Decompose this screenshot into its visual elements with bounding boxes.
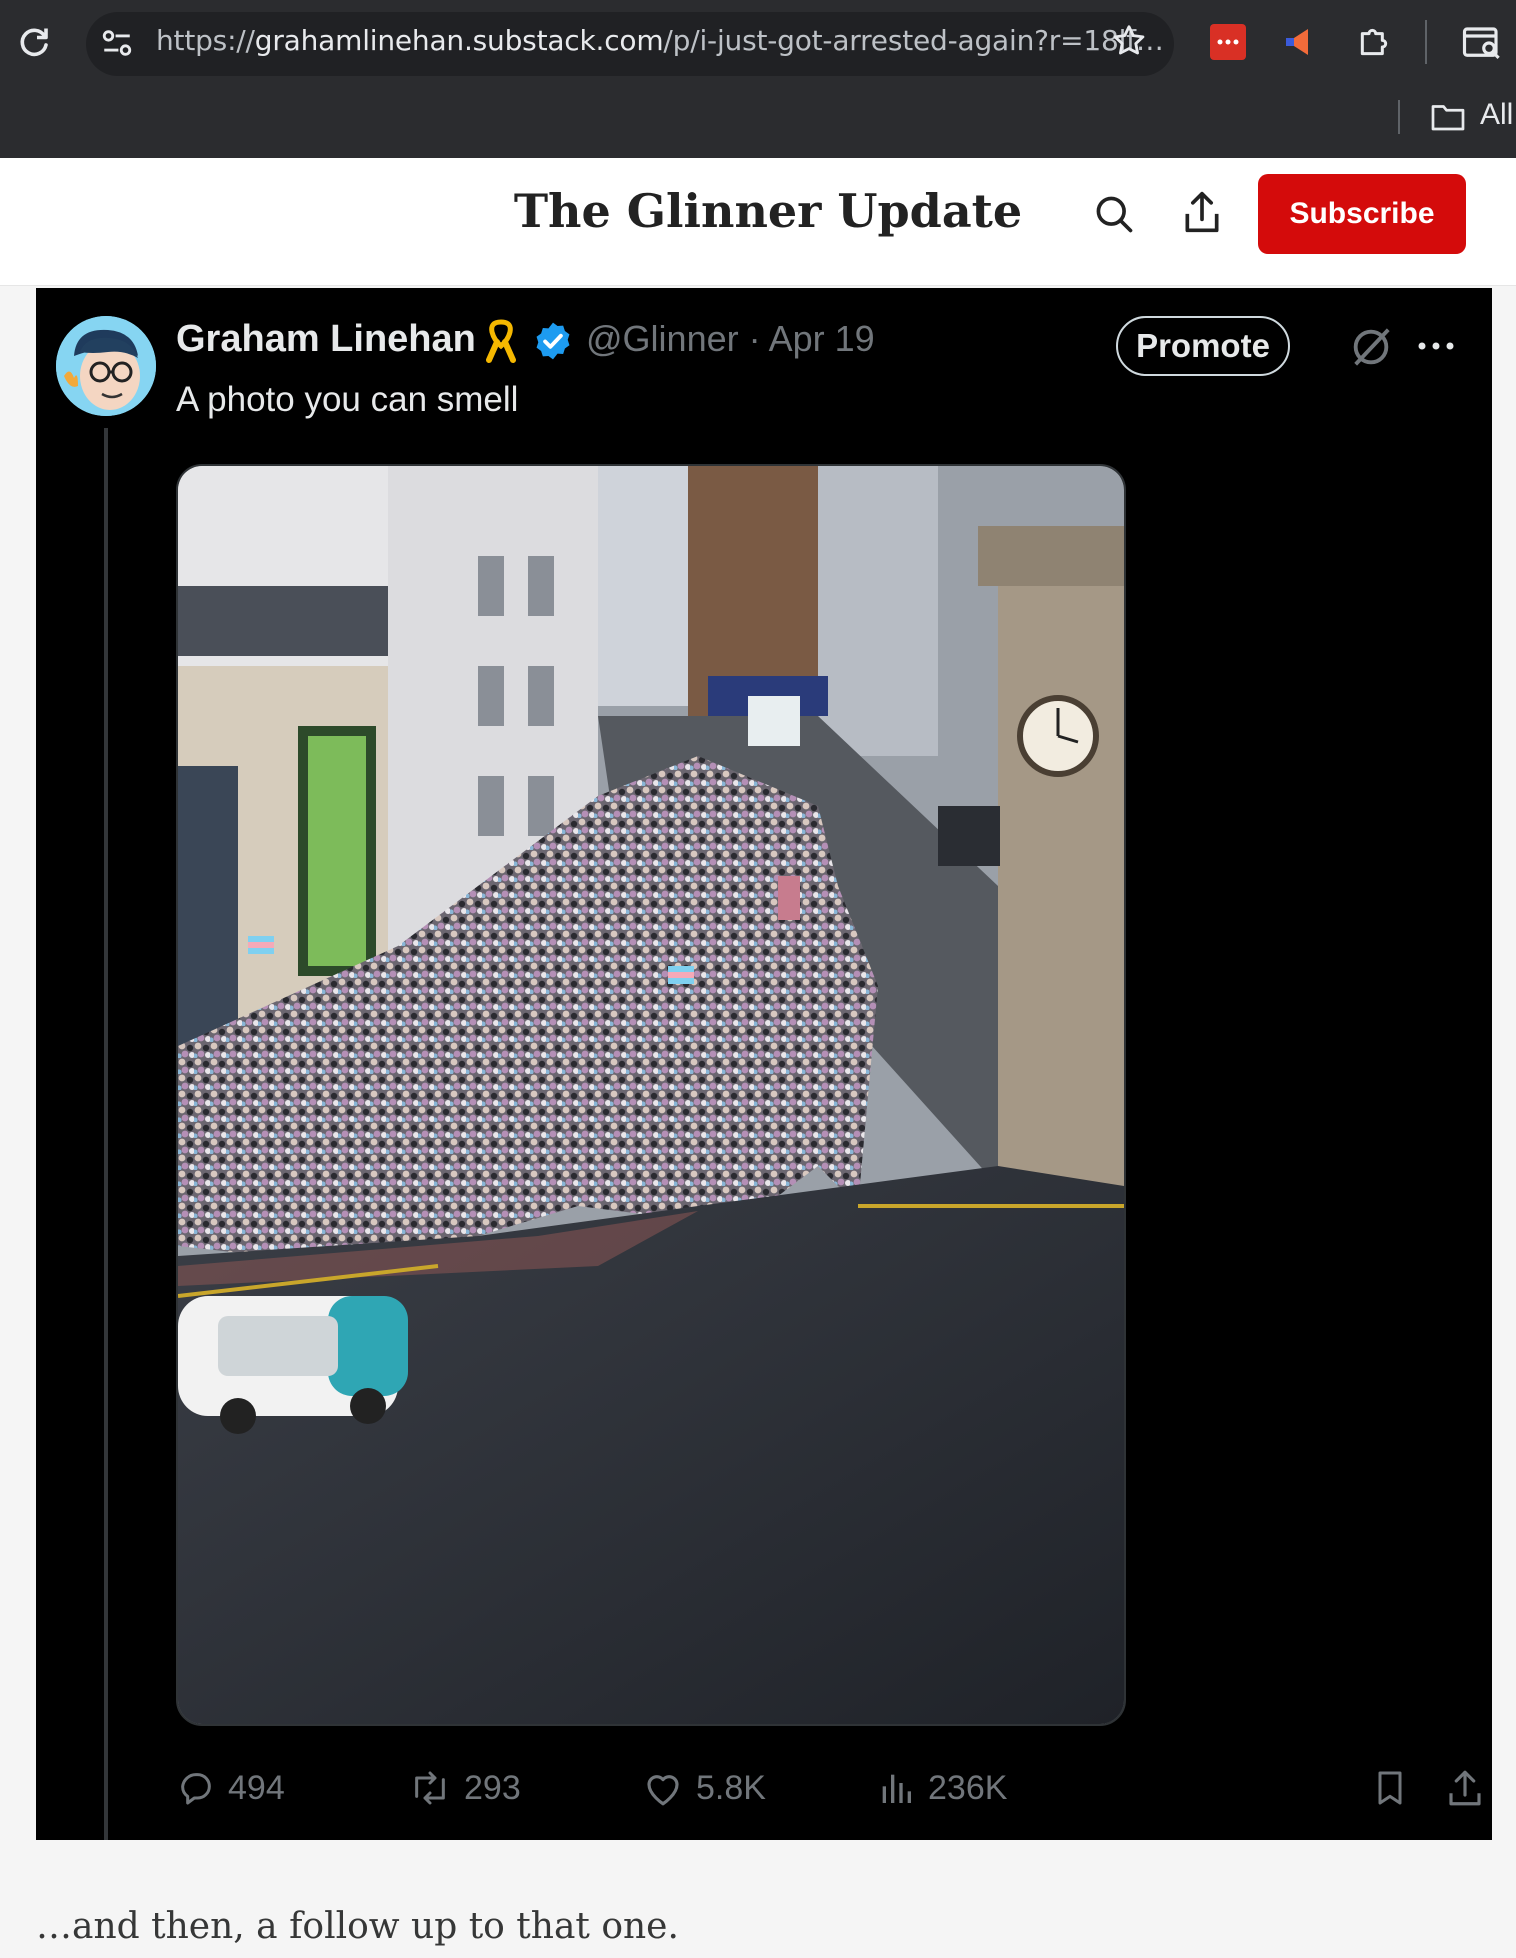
extension-icon[interactable] [1210, 24, 1246, 60]
site-info-icon[interactable] [100, 26, 134, 60]
view-count: 236K [928, 1768, 1008, 1807]
folder-icon[interactable] [1430, 100, 1466, 134]
verified-badge-icon [532, 320, 574, 362]
url-path: /p/i-just-got-arrested-again?r=18lf… [663, 24, 1164, 57]
search-icon[interactable] [1092, 192, 1136, 236]
megaphone-extension-icon[interactable] [1280, 22, 1320, 62]
reload-icon[interactable] [16, 24, 52, 60]
article-paragraph: …and then, a follow up to that one. [36, 1906, 679, 1947]
like-button[interactable]: 5.8K [642, 1758, 766, 1818]
repost-count: 293 [464, 1768, 521, 1807]
ribbon-icon [484, 318, 518, 364]
reply-button[interactable]: 494 [176, 1758, 285, 1818]
like-count: 5.8K [696, 1768, 766, 1807]
tweet-author-name[interactable]: Graham Linehan [176, 318, 476, 361]
subscribe-button[interactable]: Subscribe [1258, 174, 1466, 254]
bookmark-star-icon[interactable] [1110, 22, 1148, 60]
all-bookmarks-label[interactable]: All [1480, 98, 1513, 132]
publication-header: The Glinner Update Subscribe [0, 158, 1516, 286]
browser-toolbar: https://grahamlinehan.substack.com/p/i-j… [0, 0, 1516, 86]
crowd-photo-image [178, 466, 1124, 1724]
url-domain: grahamlinehan.substack.com [254, 24, 664, 57]
grok-icon[interactable] [1348, 324, 1394, 370]
browser-chrome: https://grahamlinehan.substack.com/p/i-j… [0, 0, 1516, 158]
toolbar-divider [1425, 20, 1427, 64]
analytics-icon [882, 1774, 911, 1803]
tweet-photo[interactable] [176, 464, 1126, 1726]
reply-icon [181, 1773, 211, 1805]
tweet-handle-date[interactable]: @Glinner · Apr 19 [586, 318, 875, 360]
views-button[interactable]: 236K [876, 1758, 1007, 1818]
url-prefix: https:// [156, 24, 255, 57]
bookmarks-divider [1398, 100, 1400, 134]
reply-count: 494 [228, 1768, 285, 1807]
embedded-tweet: Graham Linehan @Glinner · Apr 19 Promote… [36, 288, 1492, 1840]
promote-button[interactable]: Promote [1116, 316, 1290, 376]
share-icon[interactable] [1180, 188, 1224, 236]
reading-list-icon[interactable] [1460, 22, 1504, 64]
repost-icon [415, 1771, 445, 1805]
tweet-actions: 494 293 5.8K 236K [176, 1758, 1481, 1818]
url-text[interactable]: https://grahamlinehan.substack.com/p/i-j… [156, 24, 1164, 57]
more-options-icon[interactable] [1414, 334, 1458, 358]
share-tweet-icon[interactable] [1444, 1758, 1498, 1818]
avatar[interactable] [56, 316, 156, 416]
bookmark-icon[interactable] [1370, 1758, 1422, 1818]
repost-button[interactable]: 293 [408, 1758, 521, 1818]
heart-icon [647, 1775, 679, 1806]
tweet-text: A photo you can smell [176, 380, 519, 419]
thread-line [104, 428, 108, 1840]
puzzle-icon[interactable] [1354, 22, 1394, 62]
